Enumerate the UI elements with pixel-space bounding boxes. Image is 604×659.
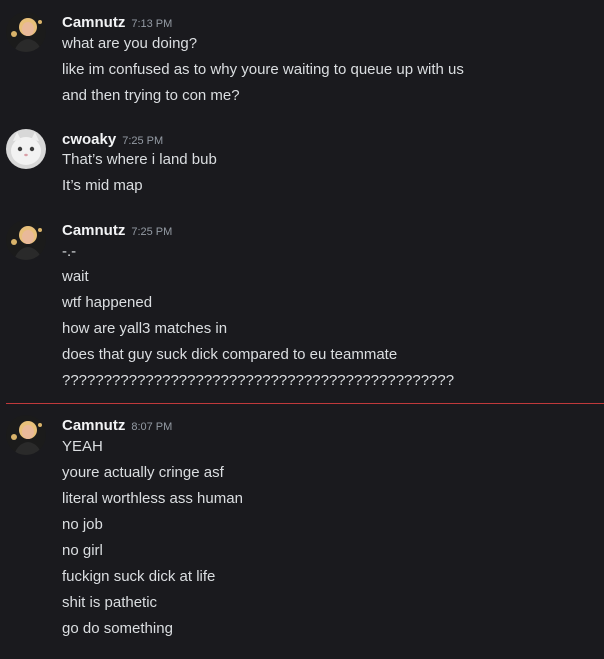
message-header: Camnutz 7:13 PM	[62, 12, 172, 32]
message-text: does that guy suck dick compared to eu t…	[62, 346, 398, 363]
message-text: wtf happened	[62, 294, 153, 311]
message-header: Camnutz 7:25 PM	[62, 220, 172, 240]
message-text: That’s where i land bub	[62, 151, 217, 168]
username[interactable]: cwoaky	[62, 131, 116, 148]
username[interactable]: Camnutz	[62, 222, 125, 239]
timestamp[interactable]: 7:25 PM	[131, 226, 172, 238]
timestamp[interactable]: 7:25 PM	[122, 135, 163, 147]
message-text: literal worthless ass human	[62, 490, 243, 507]
message-text: what are you doing?	[62, 35, 198, 52]
message-text: how are yall3 matches in	[62, 320, 228, 337]
message-text: no girl	[62, 542, 103, 559]
message-text: -.-	[62, 243, 77, 260]
blonde-person-avatar-icon[interactable]	[6, 415, 46, 455]
message-text: ????????????????????????????????????????…	[62, 372, 455, 389]
message-header: cwoaky 7:25 PM	[62, 129, 163, 149]
message-text: shit is pathetic	[62, 594, 158, 611]
timestamp[interactable]: 8:07 PM	[131, 421, 172, 433]
message-text: YEAH	[62, 438, 103, 455]
message-text: go do something	[62, 620, 173, 637]
blonde-person-avatar-icon[interactable]	[6, 220, 46, 260]
username[interactable]: Camnutz	[62, 417, 125, 434]
timestamp[interactable]: 7:13 PM	[131, 18, 172, 30]
message-text: no job	[62, 516, 103, 533]
username[interactable]: Camnutz	[62, 14, 125, 31]
blonde-person-avatar-icon[interactable]	[6, 12, 46, 52]
message-text: like im confused as to why youre waiting…	[62, 61, 464, 78]
chat-message-list: Camnutz 7:13 PM what are you doing? like …	[0, 0, 604, 659]
message-text: It’s mid map	[62, 177, 143, 194]
message-header: Camnutz 8:07 PM	[62, 415, 172, 435]
message-text: wait	[62, 268, 89, 285]
message-text: and then trying to con me?	[62, 87, 240, 104]
new-messages-divider	[6, 403, 604, 404]
message-text: fuckign suck dick at life	[62, 568, 216, 585]
white-cat-avatar-icon[interactable]	[6, 129, 46, 169]
message-text: youre actually cringe asf	[62, 464, 224, 481]
